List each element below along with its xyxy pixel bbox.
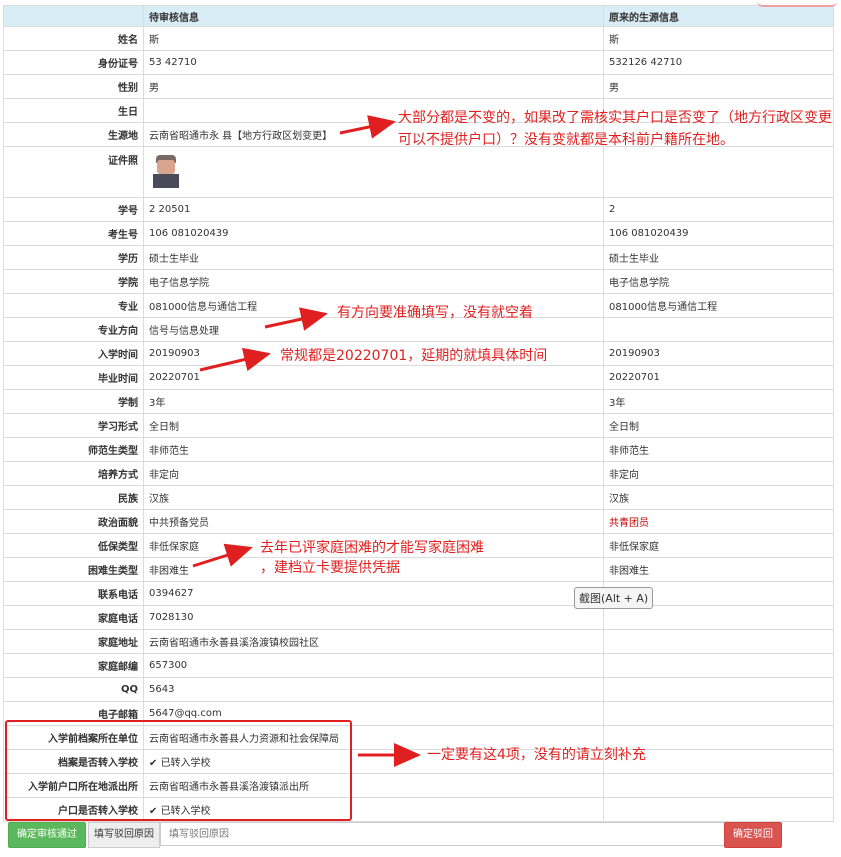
note-required: 一定要有这4项，没有的请立刻补充 — [427, 747, 646, 763]
arrow-graduation — [199, 347, 271, 372]
corner-decoration — [757, 0, 837, 7]
reject-reason-input[interactable] — [160, 822, 738, 846]
reason-label: 填写驳回原因 — [88, 822, 160, 848]
screenshot-tooltip: 截图(Alt + A) — [574, 587, 654, 609]
approve-button[interactable]: 确定审核通过 — [8, 822, 86, 848]
required-fields-box — [5, 720, 352, 821]
arrow-birthplace — [339, 115, 396, 139]
bottom-bar: 确定审核通过 填写驳回原因 确定驳回 — [8, 822, 805, 848]
note-difficulty-1: 去年已评家庭困难的才能写家庭困难 — [260, 540, 484, 556]
note-graduation: 常规都是20220701，延期的就填具体时间 — [280, 348, 548, 364]
arrow-major-direction — [264, 307, 328, 331]
reject-button[interactable]: 确定驳回 — [724, 822, 782, 848]
arrow-difficulty — [192, 543, 253, 568]
note-major-direction: 有方向要准确填写，没有就空着 — [337, 305, 533, 321]
note-difficulty-2: ，建档立卡要提供凭据 — [260, 560, 400, 576]
note-birthplace: 大部分都是不变的，如果改了需核实其户口是否变了（地方行政区变更可以不提供户口）？… — [398, 110, 832, 148]
